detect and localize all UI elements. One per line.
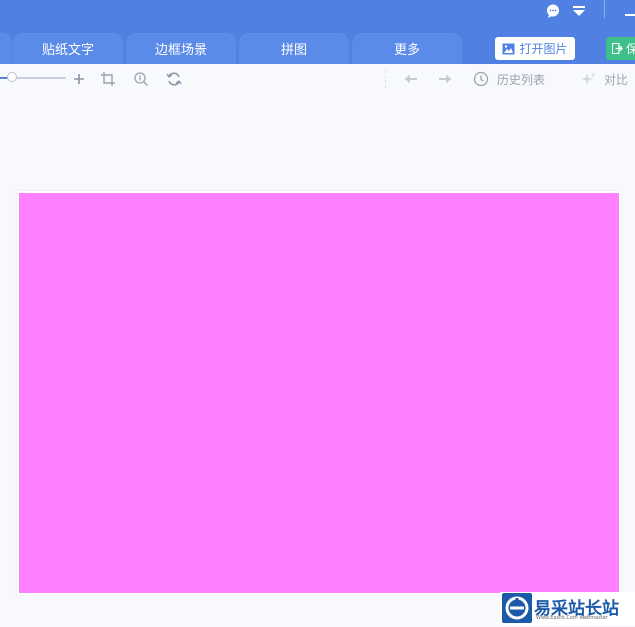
image-icon	[502, 43, 515, 54]
site-watermark: 易采站长站 Www.Easck.Com Webmaster	[500, 592, 635, 625]
tab-border-scene[interactable]: 边框场景	[126, 33, 236, 64]
compare-button[interactable]: 对比	[604, 71, 628, 88]
tab-label: 更多	[393, 43, 420, 58]
tab-label: 拼图	[280, 43, 307, 58]
tab-collage[interactable]: 拼图	[239, 33, 349, 64]
minimize-icon[interactable]	[625, 14, 635, 16]
e-logo-icon	[505, 596, 529, 620]
tab-more[interactable]: 更多	[352, 33, 462, 64]
save-button[interactable]: 保	[606, 37, 635, 60]
chat-icon[interactable]	[546, 4, 560, 18]
tab-label: 边框场景	[154, 43, 207, 58]
image-canvas[interactable]	[17, 191, 621, 595]
undo-arrow-icon[interactable]	[403, 71, 419, 87]
top-bar: 贴纸文字 边框场景 拼图 更多 打开图片 保	[0, 0, 635, 64]
history-clock-icon[interactable]	[473, 71, 489, 87]
open-image-button[interactable]: 打开图片	[495, 37, 575, 60]
crop-icon[interactable]	[100, 71, 116, 87]
watermark-logo	[502, 593, 532, 623]
save-label: 保	[626, 42, 635, 56]
export-icon	[612, 43, 623, 54]
rotate-icon[interactable]	[166, 71, 182, 87]
history-list-button[interactable]: 历史列表	[497, 71, 545, 88]
tab-partial[interactable]	[0, 33, 12, 64]
open-image-label: 打开图片	[519, 42, 568, 56]
compare-sparkle-icon[interactable]	[580, 71, 596, 87]
menu-dropdown-icon[interactable]	[572, 5, 586, 17]
tab-sticker-text[interactable]: 贴纸文字	[13, 33, 123, 64]
actual-size-icon[interactable]	[133, 71, 149, 87]
zoom-in-icon[interactable]	[71, 71, 87, 87]
toolbar-divider	[385, 70, 387, 88]
toolbar: 历史列表 对比	[0, 64, 635, 94]
tab-label: 贴纸文字	[41, 43, 94, 58]
redo-arrow-icon[interactable]	[437, 71, 453, 87]
zoom-slider-thumb[interactable]	[7, 72, 17, 82]
watermark-subtitle: Www.Easck.Com Webmaster	[536, 615, 608, 621]
window-control-divider	[604, 0, 605, 18]
